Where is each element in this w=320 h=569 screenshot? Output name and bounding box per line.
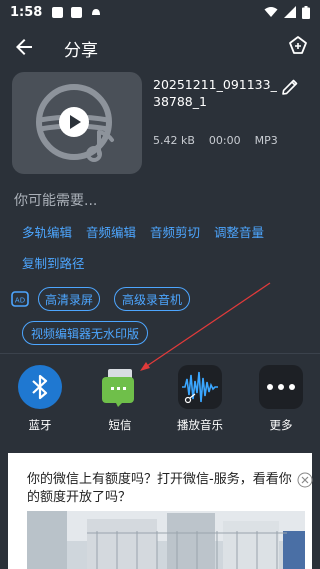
svg-text:AD: AD xyxy=(15,297,25,305)
share-icon[interactable] xyxy=(286,34,310,58)
status-bar: 1:58 xyxy=(0,0,320,24)
ad-icon: AD xyxy=(11,291,29,307)
recording-meta: 5.42 kB 00:00 MP3 xyxy=(153,134,278,147)
file-format: MP3 xyxy=(254,134,278,147)
pencil-icon[interactable] xyxy=(280,77,300,97)
arrow-left-icon[interactable] xyxy=(12,35,36,59)
bluetooth-icon xyxy=(18,365,62,409)
wifi-icon xyxy=(264,7,278,17)
music-player-icon xyxy=(178,365,222,409)
advanced-recorder-pill[interactable]: 高级录音机 xyxy=(114,287,190,311)
file-size: 5.42 kB xyxy=(153,134,195,147)
ad-text: 你的微信上有额度吗？打开微信-服务，看看你的额度开放了吗？ xyxy=(27,472,292,505)
duration: 00:00 xyxy=(208,134,241,147)
divider xyxy=(0,353,320,354)
share-target-label: 短信 xyxy=(108,418,132,432)
share-target-bluetooth[interactable]: 蓝牙 xyxy=(10,365,70,433)
video-editor-pill[interactable]: 视频编辑器无水印版 xyxy=(22,321,148,345)
android-debug-icon xyxy=(92,9,101,15)
hd-screen-record-pill[interactable]: 高清录屏 xyxy=(38,287,100,311)
top-app-bar: 分享 xyxy=(0,24,320,68)
recording-file-name: 20251211_091133_38788_1 xyxy=(153,77,277,109)
status-time: 1:58 xyxy=(10,4,43,20)
copy-to-path-link[interactable]: 复制到路径 xyxy=(22,253,85,272)
sms-icon xyxy=(98,365,142,409)
share-target-sms[interactable]: 短信 xyxy=(90,365,150,433)
ad-image xyxy=(27,511,305,569)
more-icon xyxy=(259,365,303,409)
audio-edit-link[interactable]: 音频编辑 xyxy=(86,222,136,241)
share-target-label: 蓝牙 xyxy=(28,418,52,432)
share-target-music-player[interactable]: 播放音乐 xyxy=(170,365,230,433)
battery-icon xyxy=(302,5,310,19)
image-icon xyxy=(71,6,83,18)
sim-card-icon xyxy=(52,6,64,18)
suggestions-label: 你可能需要... xyxy=(14,193,98,209)
page-title: 分享 xyxy=(64,41,98,61)
multitrack-edit-link[interactable]: 多轨编辑 xyxy=(22,222,72,241)
share-target-label: 播放音乐 xyxy=(177,418,223,432)
share-target-more[interactable]: 更多 xyxy=(251,365,311,433)
adjust-volume-link[interactable]: 调整音量 xyxy=(214,222,264,241)
close-icon[interactable] xyxy=(297,472,313,488)
ad-card[interactable]: 你的微信上有额度吗？打开微信-服务，看看你的额度开放了吗？ xyxy=(8,453,313,569)
share-target-label: 更多 xyxy=(269,418,293,432)
audio-cut-link[interactable]: 音频剪切 xyxy=(150,222,200,241)
recording-cover-art xyxy=(12,72,142,174)
signal-icon xyxy=(284,6,296,18)
